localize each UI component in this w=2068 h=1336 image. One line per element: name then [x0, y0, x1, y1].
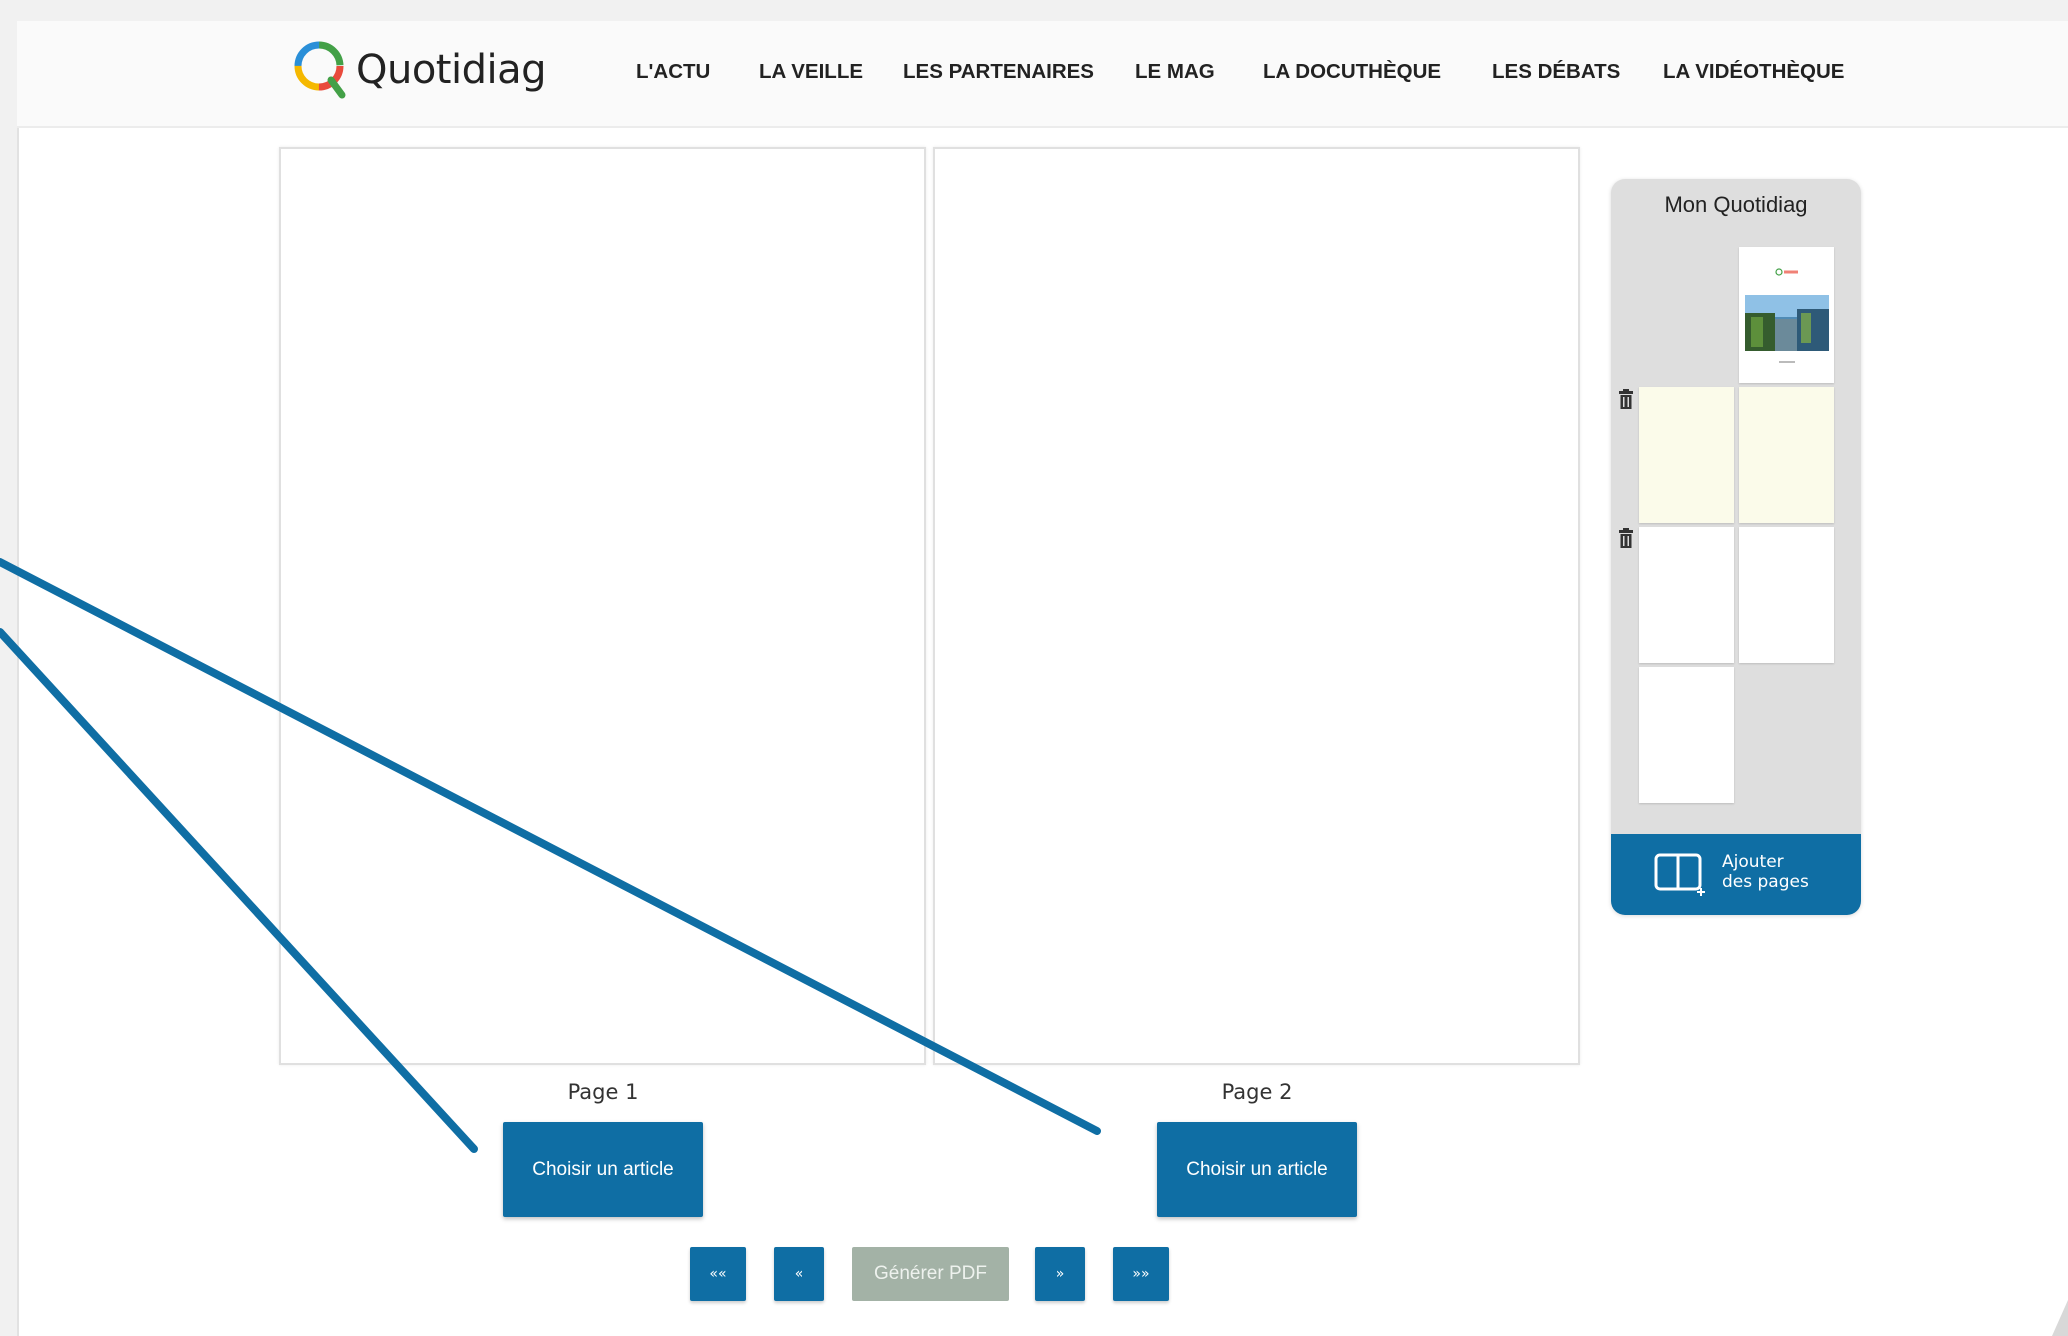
page-label-2: Page 2	[1221, 1080, 1293, 1104]
nav-item-mag[interactable]: LE MAG	[1135, 60, 1215, 84]
nav-item-veille[interactable]: LA VEILLE	[759, 60, 863, 84]
add-pages-button[interactable]: Ajouter des pages	[1611, 834, 1861, 915]
last-page-button[interactable]: »»	[1113, 1247, 1169, 1301]
generate-pdf-button[interactable]: Générer PDF	[852, 1247, 1009, 1301]
next-page-button[interactable]: »	[1035, 1247, 1085, 1301]
spread-thumbnail-right[interactable]	[1739, 527, 1834, 663]
page-preview-2	[933, 147, 1580, 1065]
nav-item-debats[interactable]: LES DÉBATS	[1492, 60, 1620, 84]
spread-thumbnail-left[interactable]	[1639, 527, 1734, 663]
nav-item-actu[interactable]: L'ACTU	[636, 60, 710, 84]
cover-thumbnail[interactable]	[1739, 247, 1834, 383]
site-logo[interactable]: Quotidiag	[292, 35, 547, 105]
prev-page-button[interactable]: «	[774, 1247, 824, 1301]
back-cover-thumbnail[interactable]	[1639, 667, 1734, 803]
first-page-button[interactable]: ««	[690, 1247, 746, 1301]
site-header: Quotidiag L'ACTU LA VEILLE LES PARTENAIR…	[17, 21, 2068, 128]
logo-text: Quotidiag	[356, 47, 547, 93]
delete-icon[interactable]	[1618, 528, 1634, 548]
add-pages-label: Ajouter des pages	[1722, 852, 1809, 892]
page-preview-1	[279, 147, 926, 1065]
add-label-line2: des pages	[1722, 872, 1809, 892]
choose-article-button-2[interactable]: Choisir un article	[1157, 1122, 1357, 1217]
logo-icon	[294, 41, 346, 99]
add-label-line1: Ajouter	[1722, 852, 1784, 872]
nav-item-partenaires[interactable]: LES PARTENAIRES	[903, 60, 1094, 84]
spread-thumbnail-right[interactable]	[1739, 387, 1834, 523]
cover-preview-image	[1745, 268, 1829, 363]
sidebar-title: Mon Quotidiag	[1664, 192, 1808, 217]
delete-icon[interactable]	[1618, 389, 1634, 409]
page-label-1: Page 1	[567, 1080, 639, 1104]
nav-item-videotheque[interactable]: LA VIDÉOTHÈQUE	[1663, 60, 1844, 84]
nav-item-docutheque[interactable]: LA DOCUTHÈQUE	[1263, 60, 1441, 84]
spread-thumbnail-left[interactable]	[1639, 387, 1734, 523]
mon-quotidiag-panel: Mon Quotidiag Ajouter des pages	[1611, 179, 1861, 915]
choose-article-button-1[interactable]: Choisir un article	[503, 1122, 703, 1217]
add-pages-icon	[1654, 853, 1705, 896]
